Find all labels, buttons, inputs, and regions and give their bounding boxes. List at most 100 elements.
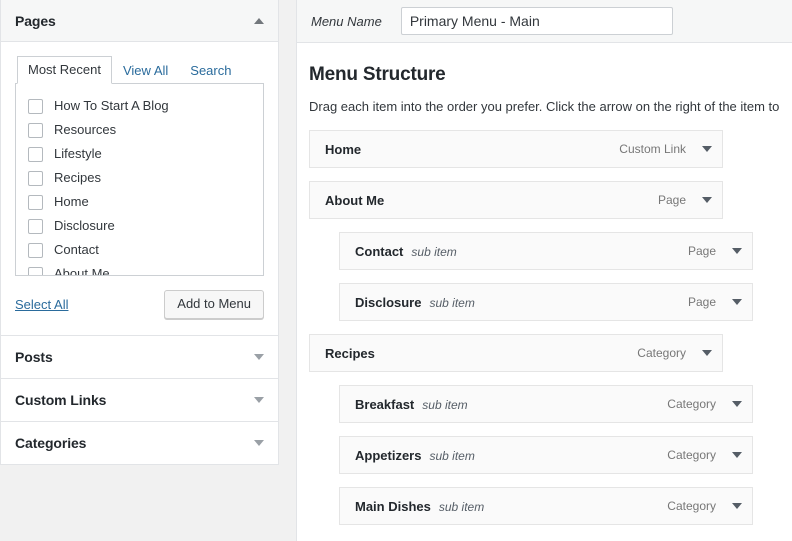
- accordion-title-pages: Pages: [15, 12, 56, 29]
- list-item-label: Disclosure: [54, 218, 115, 233]
- tab-most-recent[interactable]: Most Recent: [17, 56, 112, 84]
- chevron-down-icon[interactable]: [732, 401, 742, 407]
- accordion-title-categories: Categories: [15, 435, 87, 451]
- select-all-link[interactable]: Select All: [15, 297, 68, 312]
- list-item[interactable]: Recipes: [16, 166, 263, 190]
- chevron-down-icon[interactable]: [732, 452, 742, 458]
- pages-checkbox-list[interactable]: How To Start A Blog Resources Lifestyle …: [15, 84, 264, 276]
- menu-item-title: Main Dishes: [355, 498, 431, 514]
- menu-item-sub-label: sub item: [438, 499, 485, 514]
- list-item[interactable]: How To Start A Blog: [16, 94, 263, 118]
- menu-item-row[interactable]: About Me Page: [309, 181, 723, 219]
- menu-editor-screen: Pages Most Recent View All Search How To…: [0, 0, 792, 541]
- accordion-title-custom-links: Custom Links: [15, 392, 107, 408]
- menu-item-left: Home: [325, 142, 361, 157]
- menu-name-bar: Menu Name: [297, 0, 792, 43]
- list-item[interactable]: About Me: [16, 262, 263, 276]
- tab-view-all-label: View All: [122, 63, 169, 78]
- menu-item-type: Category: [667, 397, 716, 411]
- menu-item-title: About Me: [325, 192, 385, 208]
- menu-item-sub-label: sub item: [429, 295, 475, 310]
- accordion-panel-categories: Categories: [0, 422, 279, 465]
- list-item[interactable]: Home: [16, 190, 263, 214]
- chevron-down-icon[interactable]: [732, 299, 742, 305]
- page-title: Menu Structure: [309, 64, 446, 85]
- list-item[interactable]: Lifestyle: [16, 142, 263, 166]
- list-item[interactable]: Contact: [16, 238, 263, 262]
- tab-search-label: Search: [190, 63, 232, 78]
- list-item-label: Recipes: [54, 170, 101, 185]
- checkbox-disclosure[interactable]: [28, 218, 43, 234]
- menu-item-left: About Me: [325, 193, 384, 208]
- add-to-menu-button[interactable]: Add to Menu: [164, 290, 264, 319]
- tab-search[interactable]: Search: [179, 57, 242, 84]
- menu-item-right: Category: [667, 499, 752, 513]
- menu-item-right: Page: [688, 244, 752, 258]
- list-item-label: Home: [54, 194, 89, 209]
- accordion-header-categories[interactable]: Categories: [1, 422, 278, 464]
- chevron-down-icon[interactable]: [732, 248, 742, 254]
- accordion-header-pages[interactable]: Pages: [1, 0, 278, 42]
- list-item[interactable]: Resources: [16, 118, 263, 142]
- checkbox-recipes[interactable]: [28, 170, 43, 186]
- accordion-header-custom-links[interactable]: Custom Links: [1, 379, 278, 421]
- menu-item-row[interactable]: Disclosure sub item Page: [339, 283, 753, 321]
- structure-description: Drag each item into the order you prefer…: [309, 99, 780, 114]
- menu-structure-body: Menu Structure Drag each item into the o…: [297, 43, 792, 525]
- list-item-label: Contact: [54, 242, 99, 257]
- accordion-header-posts[interactable]: Posts: [1, 336, 278, 378]
- menu-item-right: Category: [667, 397, 752, 411]
- menu-item-right: Category: [637, 346, 722, 360]
- menu-item-type: Category: [637, 346, 686, 360]
- menu-item-title: Disclosure: [355, 294, 422, 310]
- menu-item-row[interactable]: Main Dishes sub item Category: [339, 487, 753, 525]
- chevron-down-icon[interactable]: [702, 350, 712, 356]
- menu-item-row[interactable]: Breakfast sub item Category: [339, 385, 753, 423]
- menu-item-sub-label: sub item: [422, 397, 468, 412]
- menu-item-row[interactable]: Contact sub item Page: [339, 232, 753, 270]
- chevron-down-icon[interactable]: [702, 197, 712, 203]
- accordion-panel-posts: Posts: [0, 336, 279, 379]
- checkbox-contact[interactable]: [28, 242, 43, 258]
- menu-item-left: Contact sub item: [355, 244, 457, 259]
- accordion-panel-custom-links: Custom Links: [0, 379, 279, 422]
- pages-tablist: Most Recent View All Search: [15, 56, 264, 84]
- menu-item-row[interactable]: Appetizers sub item Category: [339, 436, 753, 474]
- menu-item-right: Page: [658, 193, 722, 207]
- menu-item-left: Recipes: [325, 346, 375, 361]
- tab-view-all[interactable]: View All: [112, 57, 179, 84]
- menu-item-type: Category: [667, 499, 716, 513]
- caret-down-icon[interactable]: [254, 354, 264, 360]
- menu-item-type: Page: [657, 193, 686, 207]
- menu-item-type: Category: [667, 448, 716, 462]
- menu-name-input[interactable]: [400, 7, 673, 35]
- checkbox-about-me[interactable]: [28, 266, 43, 275]
- list-item[interactable]: Disclosure: [16, 214, 263, 238]
- menu-item-row[interactable]: Recipes Category: [309, 334, 723, 372]
- caret-up-icon[interactable]: [254, 17, 264, 24]
- menu-item-title: Breakfast: [355, 396, 415, 412]
- menu-item-left: Main Dishes sub item: [355, 499, 484, 514]
- chevron-down-icon[interactable]: [702, 146, 712, 152]
- caret-down-icon[interactable]: [254, 440, 264, 446]
- caret-down-icon[interactable]: [254, 397, 264, 403]
- menu-item-row[interactable]: Home Custom Link: [309, 130, 723, 168]
- menu-item-type: Custom Link: [619, 142, 686, 156]
- list-item-label: About Me: [54, 266, 110, 276]
- menu-item-type: Page: [687, 295, 716, 309]
- list-item-label: Resources: [54, 122, 117, 137]
- checkbox-resources[interactable]: [28, 122, 43, 138]
- menu-item-left: Breakfast sub item: [355, 397, 468, 412]
- tab-most-recent-label: Most Recent: [28, 62, 101, 77]
- checkbox-lifestyle[interactable]: [28, 146, 43, 162]
- menu-item-right: Custom Link: [619, 142, 722, 156]
- menu-item-left: Appetizers sub item: [355, 448, 475, 463]
- checkbox-how-to-start-a-blog[interactable]: [28, 98, 43, 114]
- chevron-down-icon[interactable]: [732, 503, 742, 509]
- menu-structure-panel: Menu Name Menu Structure Drag each item …: [296, 0, 792, 541]
- menu-item-sub-label: sub item: [429, 448, 475, 463]
- menu-item-list: Home Custom Link About Me Page Contact s…: [309, 130, 792, 525]
- checkbox-home[interactable]: [28, 194, 43, 210]
- menu-item-type: Page: [687, 244, 716, 258]
- menu-item-title: Home: [325, 141, 362, 157]
